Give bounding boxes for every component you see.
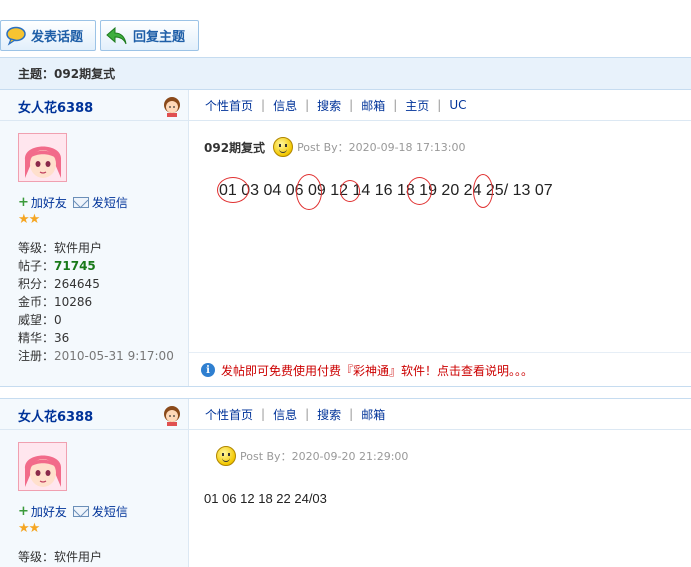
stat-prestige: 威望：0 (18, 313, 62, 327)
stat-posts: 帖子：71745 (18, 259, 96, 273)
post-content: 01 06 12 18 22 24/03 (204, 491, 327, 506)
user-sidebar: 女人花6388 + 加好友 (0, 90, 189, 386)
topic-prefix: 主题： (18, 67, 55, 81)
mail-icon (72, 506, 89, 517)
nav-homepage[interactable]: 主页 (405, 97, 429, 114)
post-nav: 个性首页 | 信息 | 搜索 | 邮箱 | 主页 | UC (189, 90, 691, 121)
add-friend-label: 加好友 (30, 505, 67, 519)
post-header: Post By：2020-09-20 21:29:00 (216, 446, 408, 466)
send-message-label: 发短信 (91, 196, 128, 210)
info-icon: i (201, 363, 215, 377)
nav-mailbox[interactable]: 邮箱 (361, 97, 385, 114)
reply-topic-button[interactable]: 回复主题 (100, 20, 199, 51)
avatar[interactable] (18, 442, 67, 491)
nav-uc[interactable]: UC (449, 98, 466, 112)
username-link[interactable]: 女人花6388 (18, 97, 93, 116)
stat-elite: 精华：36 (18, 331, 70, 345)
add-friend-link[interactable]: + 加好友 (18, 194, 67, 211)
speech-bubble-icon (6, 26, 26, 46)
post-by: Post By：2020-09-20 21:29:00 (240, 450, 409, 463)
girl-icon (164, 97, 180, 117)
nav-mailbox[interactable]: 邮箱 (361, 406, 385, 423)
nav-info[interactable]: 信息 (273, 97, 297, 114)
nav-info[interactable]: 信息 (273, 406, 297, 423)
send-message-link[interactable]: 发短信 (72, 194, 128, 211)
user-actions: + 加好友 发短信 (18, 194, 134, 211)
send-message-label: 发短信 (91, 505, 128, 519)
girl-icon (164, 406, 180, 426)
smiley-icon (273, 137, 294, 157)
send-message-link[interactable]: 发短信 (72, 503, 128, 520)
add-friend-link[interactable]: + 加好友 (18, 503, 67, 520)
post-content: 01 03 04 06 09 12 14 16 18 19 20 24 25/ … (219, 182, 553, 199)
post-title: 092期复式 (204, 140, 266, 155)
username-row: 女人花6388 (0, 399, 189, 430)
stat-points: 积分：264645 (18, 277, 100, 291)
user-stats: 等级：软件用户 (18, 548, 102, 566)
nav-search[interactable]: 搜索 (317, 97, 341, 114)
highlight-circle (473, 174, 493, 208)
plus-icon: + (18, 195, 29, 210)
rank-stars: ★★ (18, 212, 40, 227)
highlight-circle (407, 177, 432, 205)
mail-icon (72, 197, 89, 208)
toolbar: 发表话题 回复主题 (0, 0, 691, 57)
rank-stars: ★★ (18, 521, 40, 536)
user-stats: 等级：软件用户 帖子：71745 积分：264645 金币：10286 威望：0… (18, 239, 174, 365)
username-row: 女人花6388 (0, 90, 189, 121)
user-sidebar: 女人花6388 + 加好友 (0, 399, 189, 567)
post-by: Post By：2020-09-18 17:13:00 (297, 141, 466, 154)
plus-icon: + (18, 504, 29, 519)
highlight-circle (340, 180, 360, 202)
topic-title: 092期复式 (54, 67, 116, 81)
stat-level: 等级：软件用户 (18, 550, 103, 564)
highlight-circle (296, 174, 322, 210)
reply-arrow-icon (106, 26, 127, 44)
stat-register: 注册：2010-05-31 9:17:00 (18, 349, 174, 363)
stat-gold: 金币：10286 (18, 295, 93, 309)
highlight-circle (217, 177, 249, 203)
nav-profile-home[interactable]: 个性首页 (205, 406, 253, 423)
nav-profile-home[interactable]: 个性首页 (205, 97, 253, 114)
notice-bar[interactable]: i 发帖即可免费使用付费『彩神通』软件！点击查看说明。。。 (189, 352, 691, 387)
nav-search[interactable]: 搜索 (317, 406, 341, 423)
add-friend-label: 加好友 (30, 196, 67, 210)
smiley-icon (216, 446, 236, 466)
post-topic-label: 发表话题 (31, 30, 84, 45)
post-nav: 个性首页 | 信息 | 搜索 | 邮箱 (189, 399, 691, 430)
user-actions: + 加好友 发短信 (18, 503, 134, 520)
username-link[interactable]: 女人花6388 (18, 406, 93, 425)
stat-level: 等级：软件用户 (18, 241, 103, 255)
post-topic-button[interactable]: 发表话题 (0, 20, 96, 51)
avatar[interactable] (18, 133, 67, 182)
post-header: 092期复式 Post By：2020-09-18 17:13:00 (204, 137, 465, 157)
topic-bar: 主题： 092期复式 (0, 57, 691, 90)
notice-text: 发帖即可免费使用付费『彩神通』软件！点击查看说明。。。 (221, 363, 534, 378)
post: 女人花6388 + 加好友 (0, 398, 691, 567)
reply-topic-label: 回复主题 (133, 30, 186, 45)
post: 女人花6388 + 加好友 (0, 90, 691, 387)
